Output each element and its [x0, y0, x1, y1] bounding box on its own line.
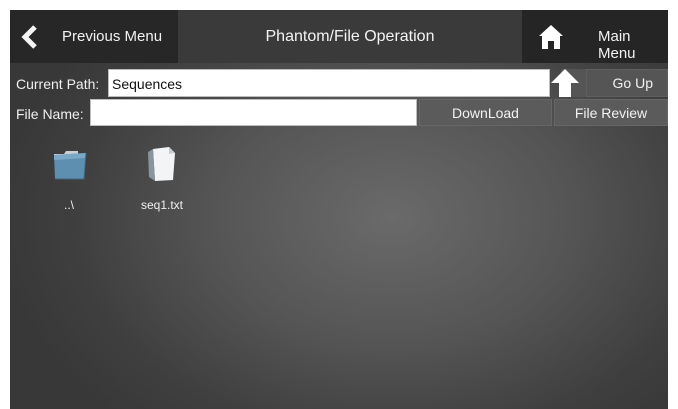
previous-menu-button[interactable]: Previous Menu — [10, 10, 178, 63]
previous-menu-label: Previous Menu — [62, 28, 163, 45]
folder-icon — [54, 151, 87, 180]
file-name-text: ..\ — [63, 198, 74, 212]
download-button[interactable]: DownLoad — [419, 99, 552, 126]
file-operation-screen: Previous Menu Phantom/File Operation Mai… — [10, 10, 668, 409]
main-menu-button[interactable]: Main Menu — [522, 10, 668, 63]
title-bar: Phantom/File Operation — [178, 10, 522, 63]
chevron-left-icon — [21, 25, 37, 49]
arrow-up-icon[interactable] — [550, 68, 580, 98]
file-name-label: File Name: — [16, 106, 84, 122]
file-review-button[interactable]: File Review — [554, 99, 668, 126]
header-bar: Previous Menu Phantom/File Operation Mai… — [10, 10, 668, 63]
document-icon — [148, 147, 175, 181]
home-icon — [539, 25, 563, 49]
file-name-text: seq1.txt — [140, 198, 184, 212]
file-item-seq1[interactable]: seq1.txt — [127, 144, 197, 220]
file-item-parent-folder[interactable]: ..\ — [34, 144, 104, 220]
current-path-label: Current Path: — [16, 76, 100, 92]
current-path-field[interactable]: Sequences — [108, 69, 550, 97]
file-name-field[interactable] — [90, 99, 417, 126]
main-menu-label: Main Menu — [598, 28, 636, 62]
page-title: Phantom/File Operation — [265, 27, 435, 45]
go-up-label[interactable]: Go Up — [586, 69, 668, 97]
